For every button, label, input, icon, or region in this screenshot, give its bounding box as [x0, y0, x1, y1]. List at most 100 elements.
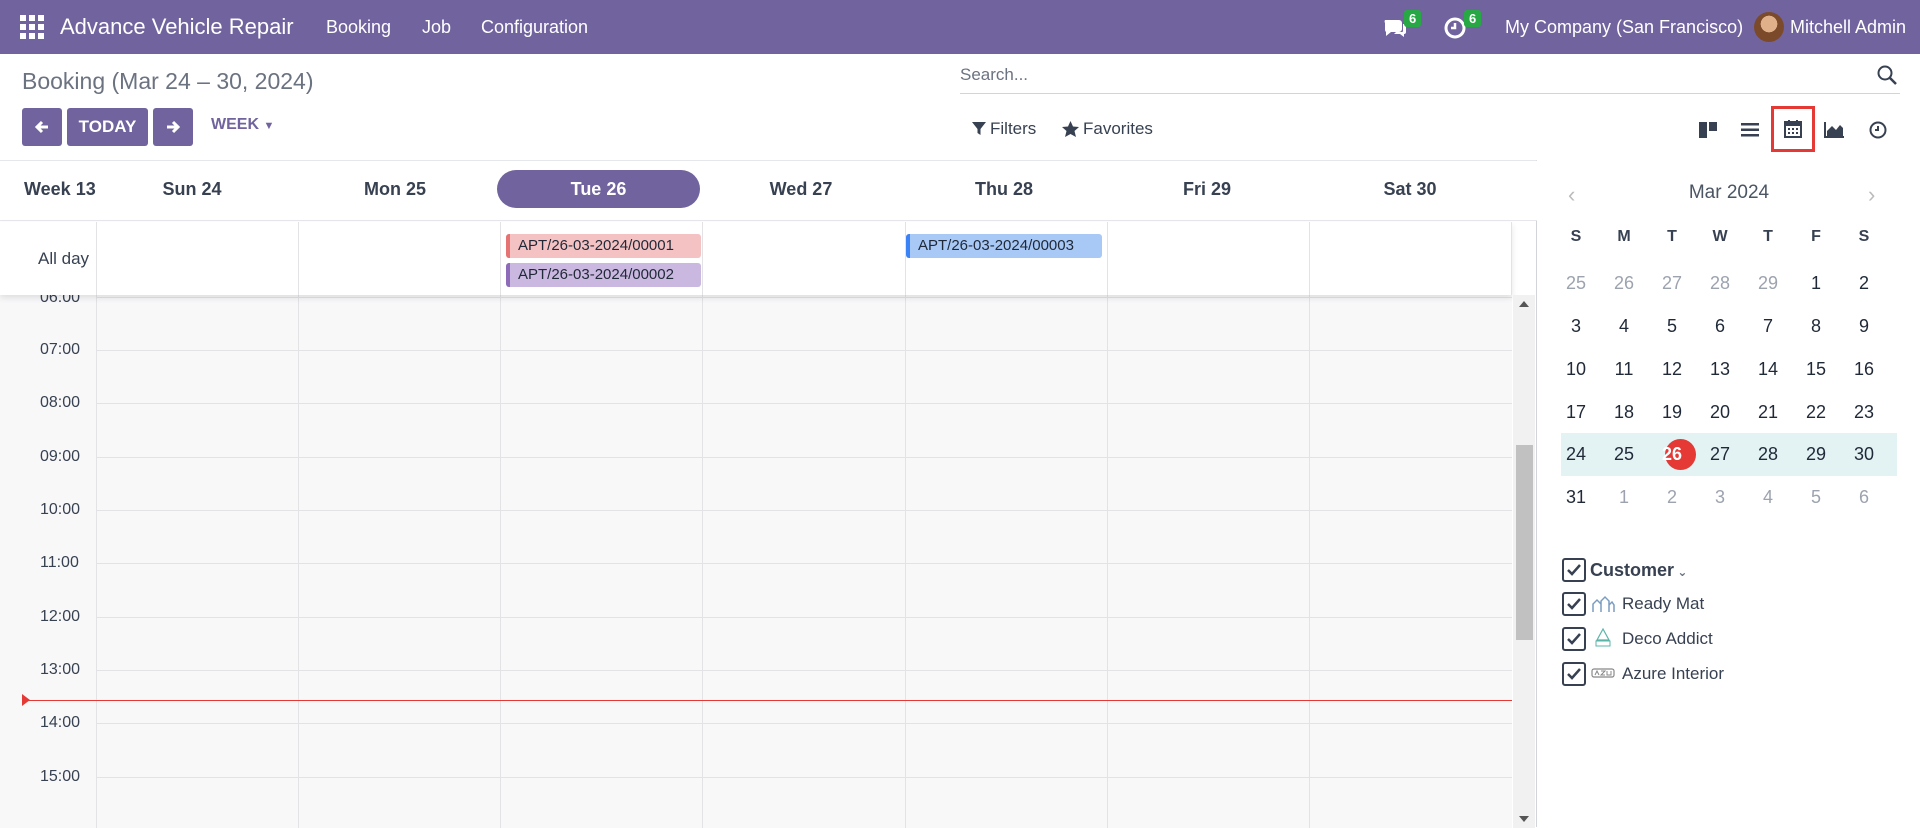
menu-configuration[interactable]: Configuration: [481, 17, 588, 38]
mini-day[interactable]: 27: [1700, 436, 1740, 472]
user-menu[interactable]: Mitchell Admin: [1790, 17, 1906, 38]
menu-booking[interactable]: Booking: [326, 17, 391, 38]
all-day-label: All day: [38, 249, 90, 268]
customer-group-text: Customer: [1590, 560, 1675, 580]
mini-day[interactable]: 26: [1604, 265, 1644, 301]
search-input[interactable]: [960, 58, 1840, 92]
today-button[interactable]: TODAY: [67, 108, 148, 146]
mini-day[interactable]: 1: [1796, 265, 1836, 301]
scale-dropdown[interactable]: WEEK ▼: [211, 116, 274, 134]
user-avatar[interactable]: [1754, 12, 1784, 42]
day-header-fri[interactable]: Fri 29: [1123, 170, 1291, 208]
mini-day[interactable]: 19: [1652, 394, 1692, 430]
chevron-down-icon[interactable]: ⌄: [1674, 565, 1687, 579]
mini-day[interactable]: 11: [1604, 351, 1644, 387]
time-label: 12:00: [40, 608, 81, 625]
mini-day[interactable]: 10: [1556, 351, 1596, 387]
search-bar: [960, 58, 1900, 94]
mini-day[interactable]: 27: [1652, 265, 1692, 301]
mini-day[interactable]: 31: [1556, 479, 1596, 515]
customer-checkbox[interactable]: [1562, 627, 1586, 651]
mini-day[interactable]: 14: [1748, 351, 1788, 387]
activity-view-icon[interactable]: [1862, 114, 1894, 146]
mini-day[interactable]: 3: [1700, 479, 1740, 515]
mini-day[interactable]: 13: [1700, 351, 1740, 387]
mini-day[interactable]: 23: [1844, 394, 1884, 430]
favorites-label: Favorites: [1083, 119, 1153, 138]
next-month-icon[interactable]: ›: [1868, 182, 1875, 208]
weekday-initial: W: [1712, 228, 1728, 245]
mini-day[interactable]: 4: [1748, 479, 1788, 515]
mini-day[interactable]: 12: [1652, 351, 1692, 387]
company-switcher[interactable]: My Company (San Francisco): [1505, 17, 1743, 38]
calendar-event[interactable]: APT/26-03-2024/00001: [506, 234, 701, 258]
favorites-toggle[interactable]: Favorites: [1062, 119, 1153, 139]
mini-day[interactable]: 5: [1796, 479, 1836, 515]
filter-icon: [972, 122, 986, 135]
mini-day[interactable]: 30: [1844, 436, 1884, 472]
mini-day[interactable]: 3: [1556, 308, 1596, 344]
day-header-wed[interactable]: Wed 27: [717, 170, 885, 208]
mini-day[interactable]: 28: [1748, 436, 1788, 472]
mini-day[interactable]: 6: [1844, 479, 1884, 515]
next-button[interactable]: [153, 108, 193, 146]
mini-day[interactable]: 28: [1700, 265, 1740, 301]
vertical-scrollbar[interactable]: [1513, 295, 1535, 828]
day-header-sat[interactable]: Sat 30: [1326, 170, 1494, 208]
list-view-icon[interactable]: [1734, 114, 1766, 146]
mini-day[interactable]: 29: [1796, 436, 1836, 472]
calendar-view-icon[interactable]: [1771, 106, 1815, 152]
day-header-thu[interactable]: Thu 28: [920, 170, 1088, 208]
customer-group-label[interactable]: Customer ⌄: [1590, 560, 1687, 581]
mini-day[interactable]: 25: [1604, 436, 1644, 472]
calendar-event[interactable]: APT/26-03-2024/00002: [506, 263, 701, 287]
mini-day[interactable]: 1: [1604, 479, 1644, 515]
check-icon: [1567, 668, 1581, 680]
day-header-tue-today[interactable]: Tue 26: [497, 170, 700, 208]
mini-day[interactable]: 4: [1604, 308, 1644, 344]
mini-day[interactable]: 29: [1748, 265, 1788, 301]
mini-day[interactable]: 24: [1556, 436, 1596, 472]
menu-job[interactable]: Job: [422, 17, 451, 38]
customer-checkbox[interactable]: [1562, 662, 1586, 686]
mini-day[interactable]: 22: [1796, 394, 1836, 430]
mini-day[interactable]: 9: [1844, 308, 1884, 344]
mini-day[interactable]: 2: [1652, 479, 1692, 515]
mini-day[interactable]: 20: [1700, 394, 1740, 430]
mini-day[interactable]: 15: [1796, 351, 1836, 387]
kanban-view-icon[interactable]: [1692, 114, 1724, 146]
mini-day[interactable]: 6: [1700, 308, 1740, 344]
calendar-event[interactable]: APT/26-03-2024/00003: [906, 234, 1102, 258]
mini-day[interactable]: 21: [1748, 394, 1788, 430]
previous-button[interactable]: [22, 108, 62, 146]
time-label: 13:00: [40, 661, 81, 678]
messages-count-badge: 6: [1404, 10, 1422, 27]
mini-day[interactable]: 7: [1748, 308, 1788, 344]
day-header-mon[interactable]: Mon 25: [311, 170, 479, 208]
customer-checkbox[interactable]: [1562, 592, 1586, 616]
mini-day[interactable]: 8: [1796, 308, 1836, 344]
mini-day-today[interactable]: 26: [1652, 436, 1692, 472]
time-label: 10:00: [40, 501, 81, 518]
app-name[interactable]: Advance Vehicle Repair: [60, 14, 294, 40]
customer-group-checkbox[interactable]: [1562, 558, 1586, 582]
graph-view-icon[interactable]: [1818, 114, 1850, 146]
mini-day[interactable]: 17: [1556, 394, 1596, 430]
current-time-marker: [22, 694, 30, 706]
time-label: 14:00: [40, 714, 81, 731]
day-header-sun[interactable]: Sun 24: [108, 170, 276, 208]
apps-menu-icon[interactable]: [20, 15, 44, 39]
mini-day[interactable]: 2: [1844, 265, 1884, 301]
mini-day[interactable]: 5: [1652, 308, 1692, 344]
mini-day[interactable]: 16: [1844, 351, 1884, 387]
time-grid[interactable]: 06:00 07:00 08:00 09:00 10:00 11:00 12:0…: [0, 295, 1512, 828]
scroll-up-icon[interactable]: [1519, 301, 1529, 307]
filters-toggle[interactable]: Filters: [972, 119, 1036, 139]
top-navbar: Advance Vehicle Repair Booking Job Confi…: [0, 0, 1920, 54]
mini-day[interactable]: 25: [1556, 265, 1596, 301]
time-label: 15:00: [40, 768, 81, 785]
scrollbar-thumb[interactable]: [1516, 445, 1533, 640]
mini-day[interactable]: 18: [1604, 394, 1644, 430]
scroll-down-icon[interactable]: [1519, 816, 1529, 822]
search-icon[interactable]: [1876, 64, 1898, 86]
